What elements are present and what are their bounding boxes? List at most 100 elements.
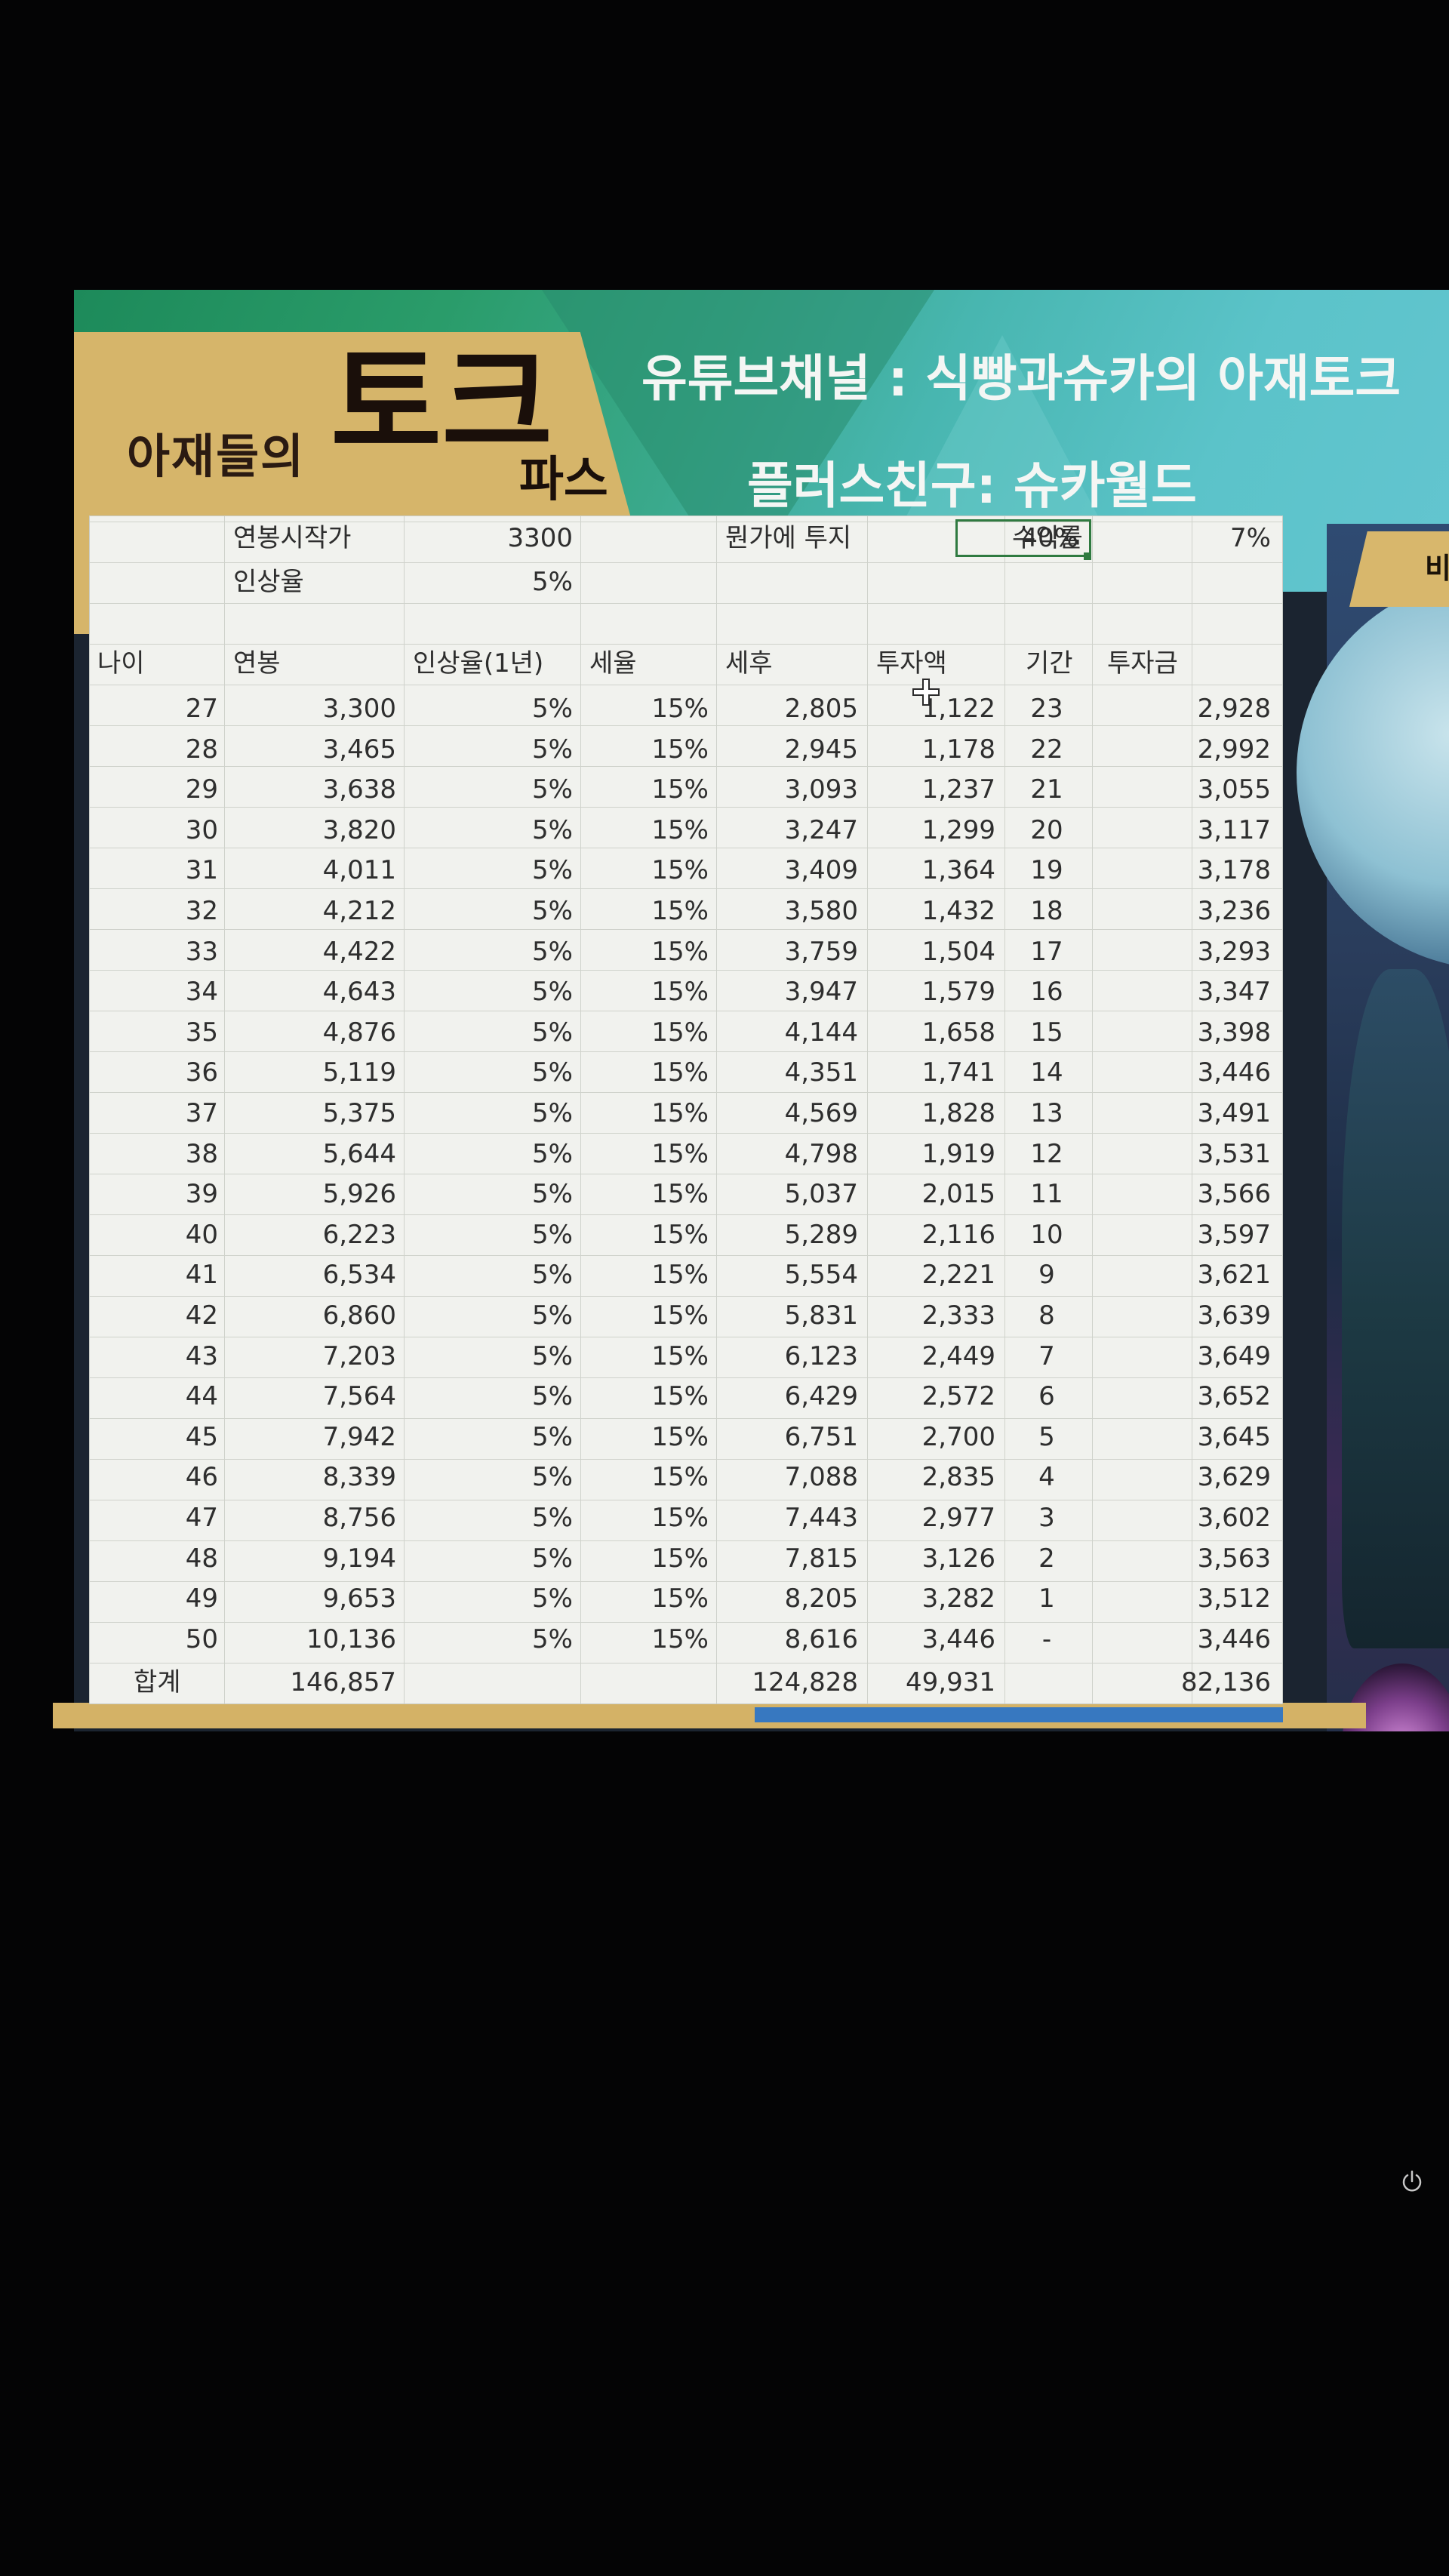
- cell-after-tax[interactable]: 2,945: [725, 737, 858, 762]
- cell-investment[interactable]: 1,504: [875, 939, 995, 965]
- cell-raise[interactable]: 5%: [414, 777, 573, 802]
- cell-fund[interactable]: 3,652: [1101, 1383, 1271, 1409]
- cell-fund[interactable]: 3,398: [1101, 1020, 1271, 1045]
- cell-after-tax[interactable]: 6,123: [725, 1343, 858, 1369]
- cell-salary[interactable]: 7,942: [241, 1424, 396, 1450]
- cell-fund[interactable]: 3,649: [1101, 1343, 1271, 1369]
- header-after-tax[interactable]: 세후: [725, 651, 773, 676]
- cell-raise[interactable]: 5%: [414, 817, 573, 843]
- cell-salary[interactable]: 4,212: [241, 898, 396, 924]
- cell-raise[interactable]: 5%: [414, 1627, 573, 1652]
- cell-salary[interactable]: 3,638: [241, 777, 396, 802]
- fill-handle[interactable]: [1084, 552, 1091, 560]
- cell-salary[interactable]: 4,011: [241, 857, 396, 883]
- cell-tax[interactable]: 15%: [588, 1343, 709, 1369]
- cell-raise[interactable]: 5%: [414, 1303, 573, 1328]
- cell-investment[interactable]: 1,364: [875, 857, 995, 883]
- cell-fund[interactable]: 2,928: [1101, 696, 1271, 722]
- header-tax[interactable]: 세율: [589, 651, 637, 676]
- cell-investment[interactable]: 1,741: [875, 1060, 995, 1085]
- cell-investment[interactable]: 2,572: [875, 1383, 995, 1409]
- cell-raise[interactable]: 5%: [414, 1343, 573, 1369]
- cell-period[interactable]: 12: [1008, 1141, 1086, 1167]
- cell-age[interactable]: 34: [97, 979, 218, 1005]
- cell-period[interactable]: 1: [1008, 1586, 1086, 1611]
- cell-after-tax[interactable]: 4,569: [725, 1100, 858, 1126]
- cell-fund[interactable]: 3,645: [1101, 1424, 1271, 1450]
- cell-salary[interactable]: 3,300: [241, 696, 396, 722]
- cell-tax[interactable]: 15%: [588, 1141, 709, 1167]
- cell-raise[interactable]: 5%: [414, 898, 573, 924]
- start-salary-label[interactable]: 연봉시작가: [233, 525, 351, 551]
- cell-investment[interactable]: 2,977: [875, 1505, 995, 1531]
- cell-after-tax[interactable]: 6,429: [725, 1383, 858, 1409]
- header-fund[interactable]: 투자금: [1107, 651, 1178, 676]
- cell-period[interactable]: 9: [1008, 1262, 1086, 1288]
- cell-investment[interactable]: 1,237: [875, 777, 995, 802]
- cell-salary[interactable]: 4,876: [241, 1020, 396, 1045]
- cell-period[interactable]: 10: [1008, 1222, 1086, 1248]
- cell-age[interactable]: 42: [97, 1303, 218, 1328]
- cell-investment[interactable]: 3,126: [875, 1546, 995, 1571]
- cell-tax[interactable]: 15%: [588, 696, 709, 722]
- cell-fund[interactable]: 3,446: [1101, 1060, 1271, 1085]
- cell-age[interactable]: 41: [97, 1262, 218, 1288]
- header-salary[interactable]: 연봉: [233, 651, 281, 676]
- cell-tax[interactable]: 15%: [588, 1627, 709, 1652]
- header-raise[interactable]: 인상율(1년): [413, 651, 543, 676]
- header-age[interactable]: 나이: [97, 651, 145, 676]
- cell-raise[interactable]: 5%: [414, 1060, 573, 1085]
- cell-salary[interactable]: 7,203: [241, 1343, 396, 1369]
- cell-salary[interactable]: 4,422: [241, 939, 396, 965]
- cell-salary[interactable]: 9,194: [241, 1546, 396, 1571]
- cell-tax[interactable]: 15%: [588, 1262, 709, 1288]
- cell-after-tax[interactable]: 7,088: [725, 1464, 858, 1490]
- cell-period[interactable]: -: [1008, 1627, 1086, 1652]
- cell-fund[interactable]: 3,531: [1101, 1141, 1271, 1167]
- cell-salary[interactable]: 6,223: [241, 1222, 396, 1248]
- invest-ratio-label[interactable]: 뭔가에 투지: [725, 525, 851, 551]
- cell-after-tax[interactable]: 3,947: [725, 979, 858, 1005]
- cell-salary[interactable]: 8,339: [241, 1464, 396, 1490]
- cell-after-tax[interactable]: 3,580: [725, 898, 858, 924]
- cell-period[interactable]: 7: [1008, 1343, 1086, 1369]
- cell-raise[interactable]: 5%: [414, 857, 573, 883]
- cell-investment[interactable]: 1,658: [875, 1020, 995, 1045]
- cell-period[interactable]: 11: [1008, 1181, 1086, 1207]
- cell-fund[interactable]: 3,236: [1101, 898, 1271, 924]
- cell-period[interactable]: 6: [1008, 1383, 1086, 1409]
- cell-age[interactable]: 46: [97, 1464, 218, 1490]
- cell-tax[interactable]: 15%: [588, 1181, 709, 1207]
- cell-raise[interactable]: 5%: [414, 1222, 573, 1248]
- cell-salary[interactable]: 9,653: [241, 1586, 396, 1611]
- cell-fund[interactable]: 3,629: [1101, 1464, 1271, 1490]
- cell-tax[interactable]: 15%: [588, 1060, 709, 1085]
- cell-period[interactable]: 17: [1008, 939, 1086, 965]
- cell-fund[interactable]: 3,178: [1101, 857, 1271, 883]
- cell-raise[interactable]: 5%: [414, 1100, 573, 1126]
- cell-after-tax[interactable]: 6,751: [725, 1424, 858, 1450]
- cell-after-tax[interactable]: 3,759: [725, 939, 858, 965]
- header-investment[interactable]: 투자액: [876, 651, 947, 676]
- cell-after-tax[interactable]: 3,409: [725, 857, 858, 883]
- cell-age[interactable]: 27: [97, 696, 218, 722]
- cell-tax[interactable]: 15%: [588, 1222, 709, 1248]
- totals-fund[interactable]: 82,136: [1101, 1670, 1271, 1695]
- cell-age[interactable]: 32: [97, 898, 218, 924]
- cell-salary[interactable]: 5,644: [241, 1141, 396, 1167]
- cell-investment[interactable]: 2,221: [875, 1262, 995, 1288]
- cell-age[interactable]: 43: [97, 1343, 218, 1369]
- cell-after-tax[interactable]: 2,805: [725, 696, 858, 722]
- totals-salary[interactable]: 146,857: [241, 1670, 396, 1695]
- cell-investment[interactable]: 2,333: [875, 1303, 995, 1328]
- cell-raise[interactable]: 5%: [414, 1586, 573, 1611]
- cell-investment[interactable]: 2,116: [875, 1222, 995, 1248]
- cell-after-tax[interactable]: 4,798: [725, 1141, 858, 1167]
- cell-raise[interactable]: 5%: [414, 939, 573, 965]
- totals-investment[interactable]: 49,931: [875, 1670, 995, 1695]
- cell-investment[interactable]: 2,449: [875, 1343, 995, 1369]
- cell-raise[interactable]: 5%: [414, 1424, 573, 1450]
- cell-age[interactable]: 47: [97, 1505, 218, 1531]
- cell-raise[interactable]: 5%: [414, 1464, 573, 1490]
- cell-after-tax[interactable]: 7,815: [725, 1546, 858, 1571]
